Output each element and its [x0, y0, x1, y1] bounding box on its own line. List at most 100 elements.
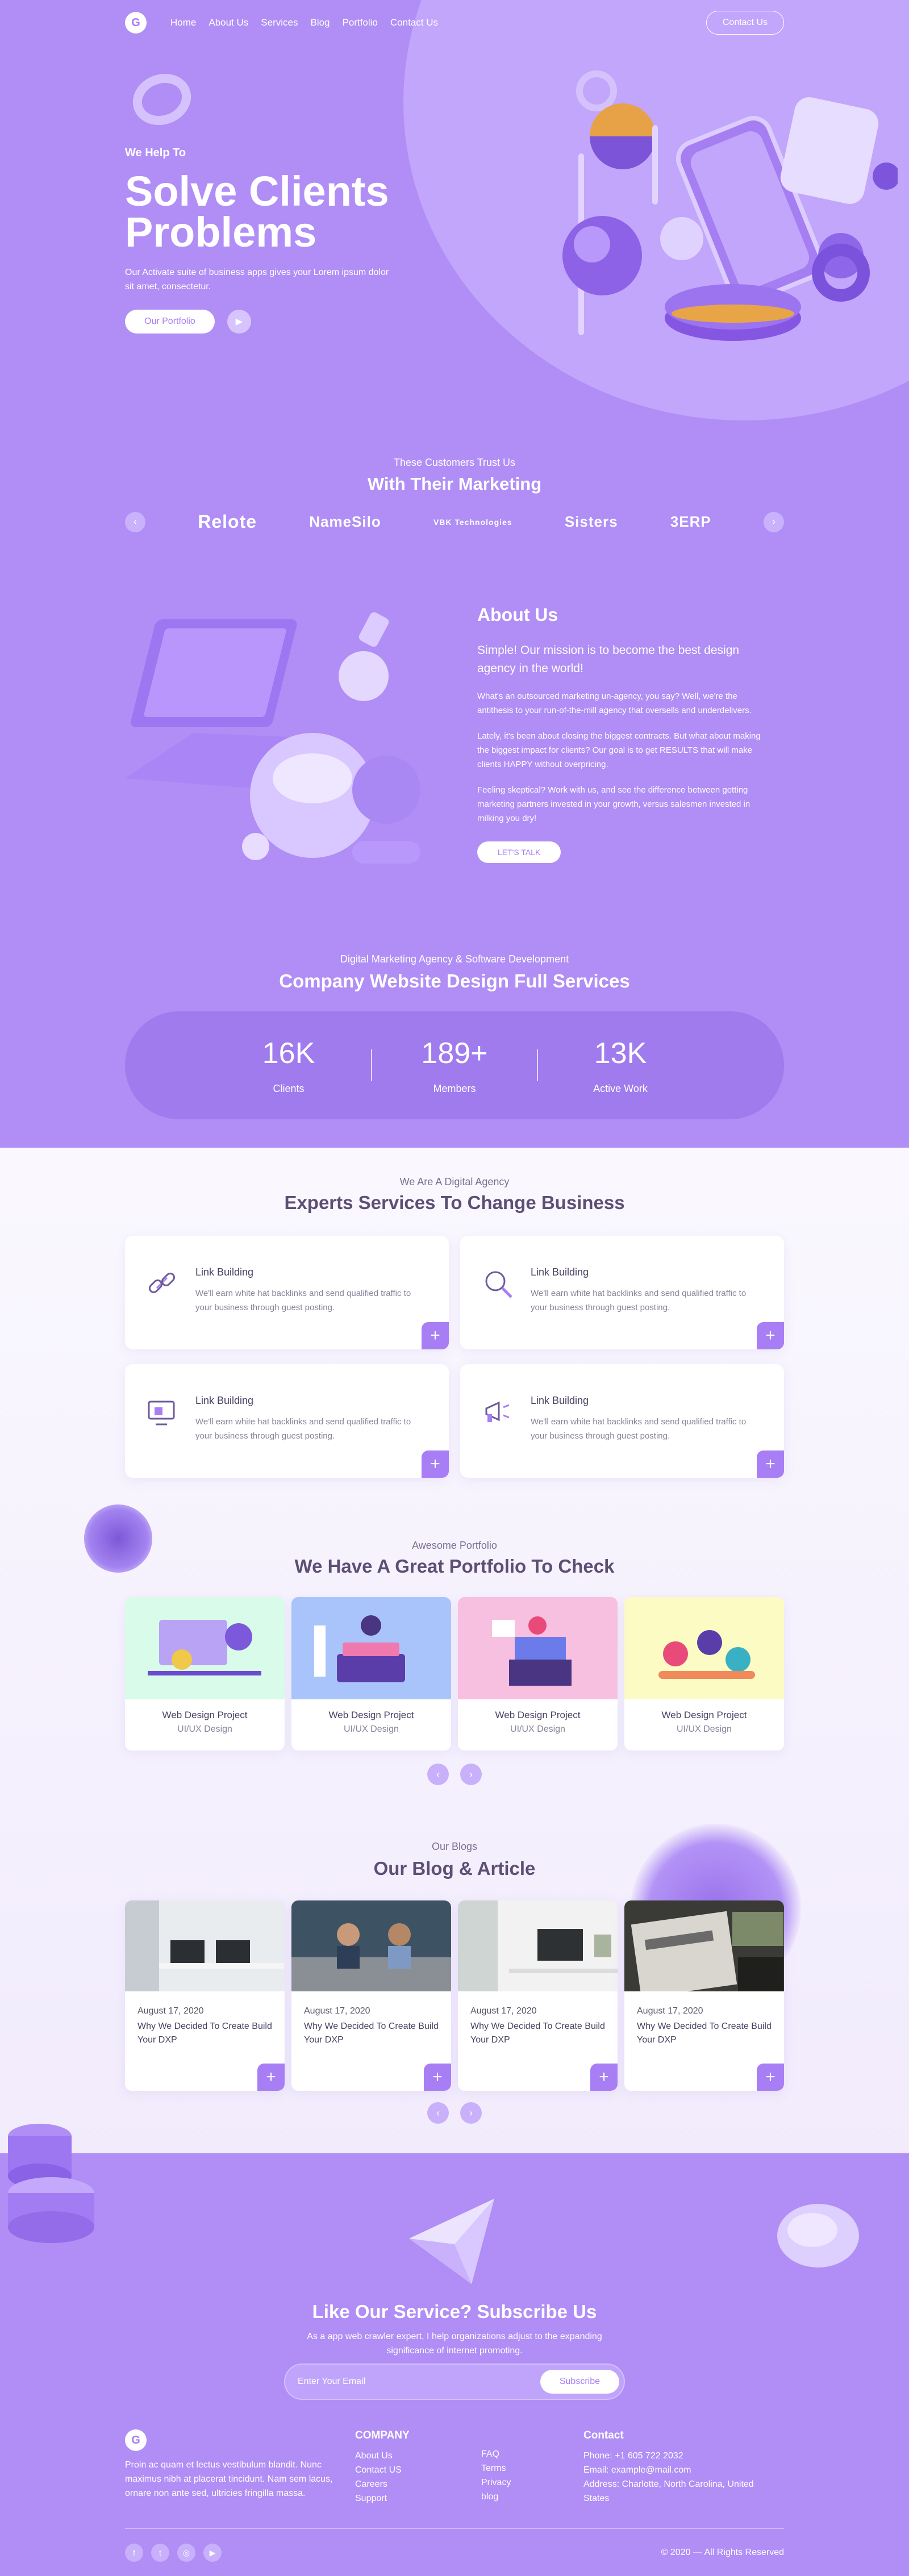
footer-link-privacy[interactable]: Privacy	[481, 2475, 583, 2490]
service-card[interactable]: Link Building We'll earn white hat backl…	[125, 1236, 449, 1349]
footer-bottom-bar: f t ◎ ▶ © 2020 — All Rights Reserved	[125, 2528, 784, 2562]
nav-link-home[interactable]: Home	[170, 17, 196, 28]
blog-card[interactable]: August 17, 2020 Why We Decided To Create…	[458, 1900, 618, 2091]
portfolio-card[interactable]: Web Design Project UI/UX Design	[458, 1597, 618, 1750]
sphere-decoration	[777, 2204, 859, 2267]
subscribe-form: Enter Your Email Subscribe	[284, 2364, 625, 2400]
monitor-icon	[148, 1400, 175, 1425]
portfolio-title: Web Design Project	[495, 1710, 581, 1720]
blog-open-button[interactable]: +	[757, 2064, 784, 2091]
footer-logo[interactable]: G	[125, 2429, 147, 2451]
service-card[interactable]: Link Building We'll earn white hat backl…	[125, 1364, 449, 1478]
facebook-icon[interactable]: f	[125, 2544, 143, 2562]
services-title: Experts Services To Change Business	[284, 1192, 625, 1213]
email-input[interactable]: Enter Your Email	[298, 2377, 540, 2387]
instagram-icon[interactable]: ◎	[177, 2544, 195, 2562]
nav-link-portfolio[interactable]: Portfolio	[343, 17, 378, 28]
portfolio-card[interactable]: Web Design Project UI/UX Design	[291, 1597, 451, 1750]
brands-next-button[interactable]: ›	[763, 511, 784, 532]
footer-link-terms[interactable]: Terms	[481, 2461, 583, 2475]
contact-us-button[interactable]: Contact Us	[706, 11, 784, 35]
site-logo[interactable]: G	[125, 12, 147, 34]
footer-contact: Contact Phone: +1 605 722 2032 Email: ex…	[583, 2429, 777, 2506]
footer-company-title: COMPANY	[355, 2429, 410, 2441]
service-expand-button[interactable]: +	[757, 1322, 784, 1349]
our-portfolio-button[interactable]: Our Portfolio	[125, 310, 215, 334]
blog-grid: August 17, 2020 Why We Decided To Create…	[125, 1900, 784, 2091]
portfolio-prev-button[interactable]: ‹	[427, 1764, 449, 1785]
service-card[interactable]: Link Building We'll earn white hat backl…	[460, 1236, 784, 1349]
blog-next-button[interactable]: ›	[460, 2102, 482, 2124]
footer-address: Address: Charlotte, North Carolina, Unit…	[583, 2479, 754, 2503]
subscribe-title: Like Our Service? Subscribe Us	[312, 2301, 597, 2322]
footer-email[interactable]: Email: example@mail.com	[583, 2463, 777, 2477]
blog-open-button[interactable]: +	[257, 2064, 285, 2091]
blog-card[interactable]: August 17, 2020 Why We Decided To Create…	[125, 1900, 285, 2091]
stats-subtitle: Digital Marketing Agency & Software Deve…	[340, 953, 569, 965]
portfolio-title: We Have A Great Portfolio To Check	[294, 1556, 615, 1577]
stat-label: Clients	[273, 1082, 305, 1094]
twitter-icon[interactable]: t	[151, 2544, 169, 2562]
top-navigation: G Home About Us Services Blog Portfolio …	[125, 11, 784, 35]
portfolio-card[interactable]: Web Design Project UI/UX Design	[125, 1597, 285, 1750]
portfolio-image	[624, 1597, 784, 1699]
brand-carousel: ‹ Relote NameSilo VBK Technologies Siste…	[125, 511, 784, 532]
youtube-icon[interactable]: ▶	[203, 2544, 222, 2562]
footer-link-careers[interactable]: Careers	[355, 2477, 481, 2491]
brand-logo-namesilo: NameSilo	[309, 513, 381, 530]
portfolio-title: Web Design Project	[661, 1710, 747, 1720]
blog-card[interactable]: August 17, 2020 Why We Decided To Create…	[624, 1900, 784, 2091]
portfolio-card[interactable]: Web Design Project UI/UX Design	[624, 1597, 784, 1750]
footer-link-faq[interactable]: FAQ	[481, 2447, 583, 2461]
blog-card[interactable]: August 17, 2020 Why We Decided To Create…	[291, 1900, 451, 2091]
service-card[interactable]: Link Building We'll earn white hat backl…	[460, 1364, 784, 1478]
blog-open-button[interactable]: +	[590, 2064, 618, 2091]
play-video-button[interactable]: ▶	[227, 310, 251, 334]
about-paragraph-2: Lately, it's been about closing the bigg…	[477, 731, 761, 769]
nav-link-blog[interactable]: Blog	[310, 17, 330, 28]
blog-open-button[interactable]: +	[424, 2064, 451, 2091]
subscribe-button[interactable]: Subscribe	[540, 2370, 619, 2394]
hero-title: Solve Clients Problems	[125, 168, 389, 256]
plus-icon: +	[430, 1454, 440, 1473]
service-expand-button[interactable]: +	[422, 1322, 449, 1349]
plus-icon: +	[765, 1326, 775, 1345]
portfolio-next-button[interactable]: ›	[460, 1764, 482, 1785]
lets-talk-button[interactable]: LET'S TALK	[477, 841, 561, 863]
nav-link-contact[interactable]: Contact Us	[390, 17, 438, 28]
footer-contact-title: Contact	[583, 2429, 624, 2441]
stat-active-work: 13K Active Work	[538, 1036, 703, 1095]
portfolio-subtitle: Awesome Portfolio	[412, 1540, 497, 1551]
blog-post-title: Why We Decided To Create Build Your DXP	[637, 2021, 772, 2045]
blog-prev-button[interactable]: ‹	[427, 2102, 449, 2124]
about-us-section: About Us Simple! Our mission is to becom…	[477, 605, 773, 863]
footer-phone[interactable]: Phone: +1 605 722 2032	[583, 2449, 777, 2463]
about-lead: Simple! Our mission is to become the bes…	[477, 644, 740, 675]
service-description: We'll earn white hat backlinks and send …	[531, 1289, 747, 1312]
trust-subtitle: These Customers Trust Us	[393, 457, 516, 468]
footer-link-support[interactable]: Support	[355, 2491, 481, 2506]
blog-date: August 17, 2020	[470, 2006, 537, 2016]
service-expand-button[interactable]: +	[757, 1450, 784, 1478]
service-expand-button[interactable]: +	[422, 1450, 449, 1478]
plus-icon: +	[599, 2068, 609, 2086]
brands-prev-button[interactable]: ‹	[125, 511, 145, 532]
about-3d-illustration	[125, 612, 420, 864]
portfolio-image	[125, 1597, 285, 1699]
blog-image	[458, 1900, 618, 1991]
footer-columns: G Proin ac quam et lectus vestibulum bla…	[125, 2429, 784, 2506]
stat-members: 189+ Members	[372, 1036, 537, 1095]
footer-link-about[interactable]: About Us	[355, 2449, 481, 2463]
service-description: We'll earn white hat backlinks and send …	[531, 1417, 747, 1441]
footer-link-blog[interactable]: blog	[481, 2490, 583, 2504]
brand-logo-relote: Relote	[198, 511, 257, 532]
footer-about: G Proin ac quam et lectus vestibulum bla…	[125, 2429, 355, 2506]
nav-link-about[interactable]: About Us	[209, 17, 248, 28]
footer-link-contact[interactable]: Contact US	[355, 2463, 481, 2477]
blog-pager: ‹ ›	[0, 2102, 909, 2124]
service-title: Link Building	[195, 1395, 254, 1406]
nav-link-services[interactable]: Services	[261, 17, 298, 28]
blog-post-title: Why We Decided To Create Build Your DXP	[304, 2021, 439, 2045]
link-icon	[148, 1272, 176, 1294]
stat-value: 13K	[594, 1036, 647, 1070]
